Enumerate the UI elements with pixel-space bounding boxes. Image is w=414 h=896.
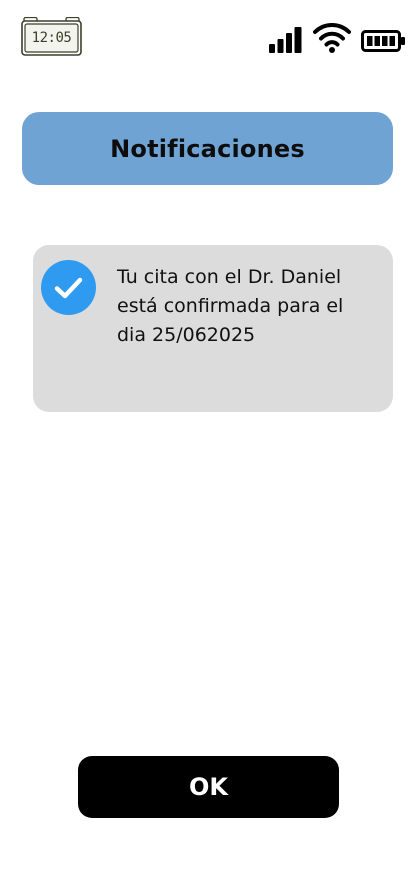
notification-card: Tu cita con el Dr. Daniel está confirmad… — [33, 245, 393, 412]
wifi-icon — [313, 22, 351, 53]
page-header: Notificaciones — [22, 112, 393, 185]
ok-button[interactable]: OK — [78, 756, 339, 818]
notification-line-3: dia 25/062025 — [117, 324, 256, 346]
notification-line-2: está confirmada para el — [117, 295, 344, 317]
check-circle-icon — [41, 260, 96, 315]
alarm-clock-icon: 12:05 — [21, 17, 82, 56]
page-title: Notificaciones — [110, 134, 305, 163]
battery-icon — [361, 30, 405, 52]
notification-line-1: Tu cita con el Dr. Daniel — [117, 266, 342, 288]
notification-message: Tu cita con el Dr. Daniel está confirmad… — [117, 263, 379, 350]
signal-bars-icon — [269, 27, 302, 53]
status-time: 12:05 — [31, 30, 72, 46]
